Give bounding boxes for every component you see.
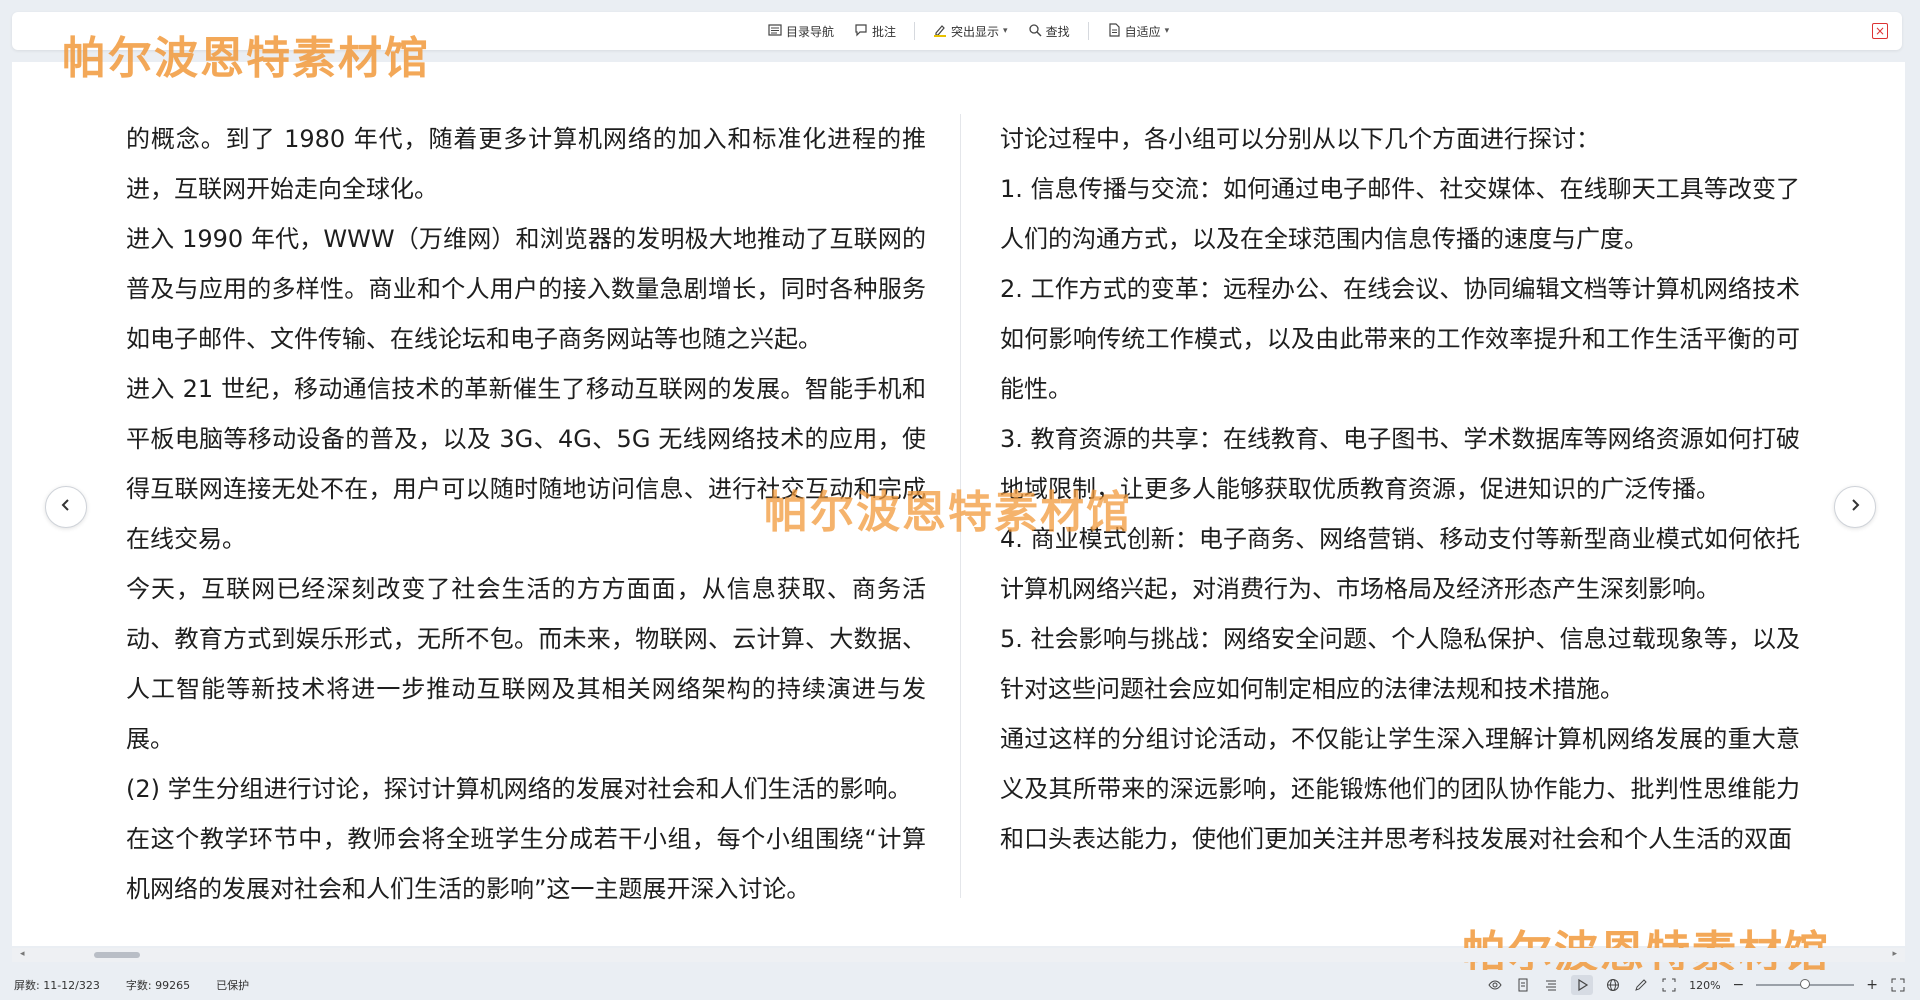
next-page-icon (1847, 497, 1863, 517)
horizontal-scrollbar[interactable]: ◂ ▸ (12, 948, 1905, 962)
zoom-slider[interactable] (1756, 979, 1855, 989)
find-button[interactable]: 查找 (1022, 19, 1076, 44)
paragraph: 讨论过程中，各小组可以分别从以下几个方面进行探讨： (1000, 125, 1600, 153)
highlight-label: 突出显示 (951, 24, 1000, 39)
highlight-button[interactable]: 突出显示 ▾ (927, 19, 1014, 44)
highlight-icon (933, 23, 947, 40)
chevron-down-icon: ▾ (1164, 26, 1170, 36)
toolbar-separator (1087, 22, 1089, 40)
fit-button[interactable]: 自适应 ▾ (1101, 19, 1176, 44)
toc-label: 目录导航 (786, 24, 835, 39)
paragraph: 1. 信息传播与交流：如何通过电子邮件、社交媒体、在线聊天工具等改变了人们的沟通… (1000, 175, 1800, 253)
paragraph: 2. 工作方式的变革：远程办公、在线会议、协同编辑文档等计算机网络技术如何影响传… (1000, 275, 1800, 403)
comment-button[interactable]: 批注 (848, 19, 902, 44)
toolbar-center: 目录导航 批注 突出显示 ▾ 查找 自适应 ▾ (762, 12, 1175, 50)
scrollbar-thumb[interactable] (94, 952, 140, 958)
chevron-down-icon: ▾ (1003, 26, 1008, 36)
fit-screen-icon[interactable] (1661, 977, 1677, 993)
comment-label: 批注 (872, 24, 897, 39)
paragraph: 通过这样的分组讨论活动，不仅能让学生深入理解计算机网络发展的重大意义及其所带来的… (1000, 725, 1800, 853)
paragraph: (2) 学生分组进行讨论，探讨计算机网络的发展对社会和人们生活的影响。 (126, 775, 912, 803)
scroll-left-icon[interactable]: ◂ (20, 949, 25, 959)
status-right: 120% − + (1487, 970, 1906, 1000)
zoom-slider-knob[interactable] (1800, 979, 1811, 989)
watermark-top: 帕尔波恩特素材馆 (62, 33, 430, 84)
search-icon (1028, 23, 1042, 40)
paragraph: 今天，互联网已经深刻改变了社会生活的方方面面，从信息获取、商务活动、教育方式到娱… (126, 575, 926, 753)
screen-count: 屏数: 11-12/323 (14, 979, 100, 992)
pen-icon[interactable] (1633, 977, 1649, 993)
word-count: 字数: 99265 (125, 979, 191, 992)
next-page-button[interactable] (1834, 486, 1876, 528)
play-icon[interactable] (1571, 975, 1594, 995)
comment-icon (854, 23, 868, 40)
prev-page-button[interactable] (45, 486, 87, 528)
fit-label: 自适应 (1124, 24, 1161, 39)
zoom-level: 120% (1689, 978, 1721, 992)
list-view-icon[interactable] (1543, 977, 1559, 993)
watermark-center: 帕尔波恩特素材馆 (764, 487, 1132, 538)
paragraph: 5. 社会影响与挑战：网络安全问题、个人隐私保护、信息过载现象等，以及针对这些问… (1000, 625, 1800, 703)
page-view-icon[interactable] (1515, 977, 1531, 993)
fit-page-icon (1107, 22, 1121, 40)
zoom-out-button[interactable]: − (1733, 977, 1745, 993)
status-bar: 屏数: 11-12/323 字数: 99265 已保护 120% − + (0, 970, 1920, 1000)
scroll-right-icon[interactable]: ▸ (1892, 949, 1897, 959)
zoom-in-button[interactable]: + (1866, 977, 1878, 993)
eye-icon[interactable] (1487, 977, 1503, 993)
close-icon[interactable]: × (1872, 23, 1888, 39)
paragraph: 的概念。到了 1980 年代，随着更多计算机网络的加入和标准化进程的推进，互联网… (126, 125, 926, 203)
toolbar-separator (914, 22, 916, 40)
protected-status: 已保护 (216, 979, 250, 992)
prev-page-icon (58, 497, 74, 517)
toc-icon (768, 23, 782, 40)
paragraph: 进入 1990 年代，WWW（万维网）和浏览器的发明极大地推动了互联网的普及与应… (126, 225, 926, 353)
toc-button[interactable]: 目录导航 (762, 19, 840, 44)
fullscreen-icon[interactable] (1890, 977, 1906, 993)
web-icon[interactable] (1605, 977, 1621, 993)
status-left: 屏数: 11-12/323 字数: 99265 已保护 (14, 970, 249, 1000)
paragraph: 在这个教学环节中，教师会将全班学生分成若干小组，每个小组围绕“计算机网络的发展对… (126, 825, 926, 903)
find-label: 查找 (1045, 24, 1070, 39)
